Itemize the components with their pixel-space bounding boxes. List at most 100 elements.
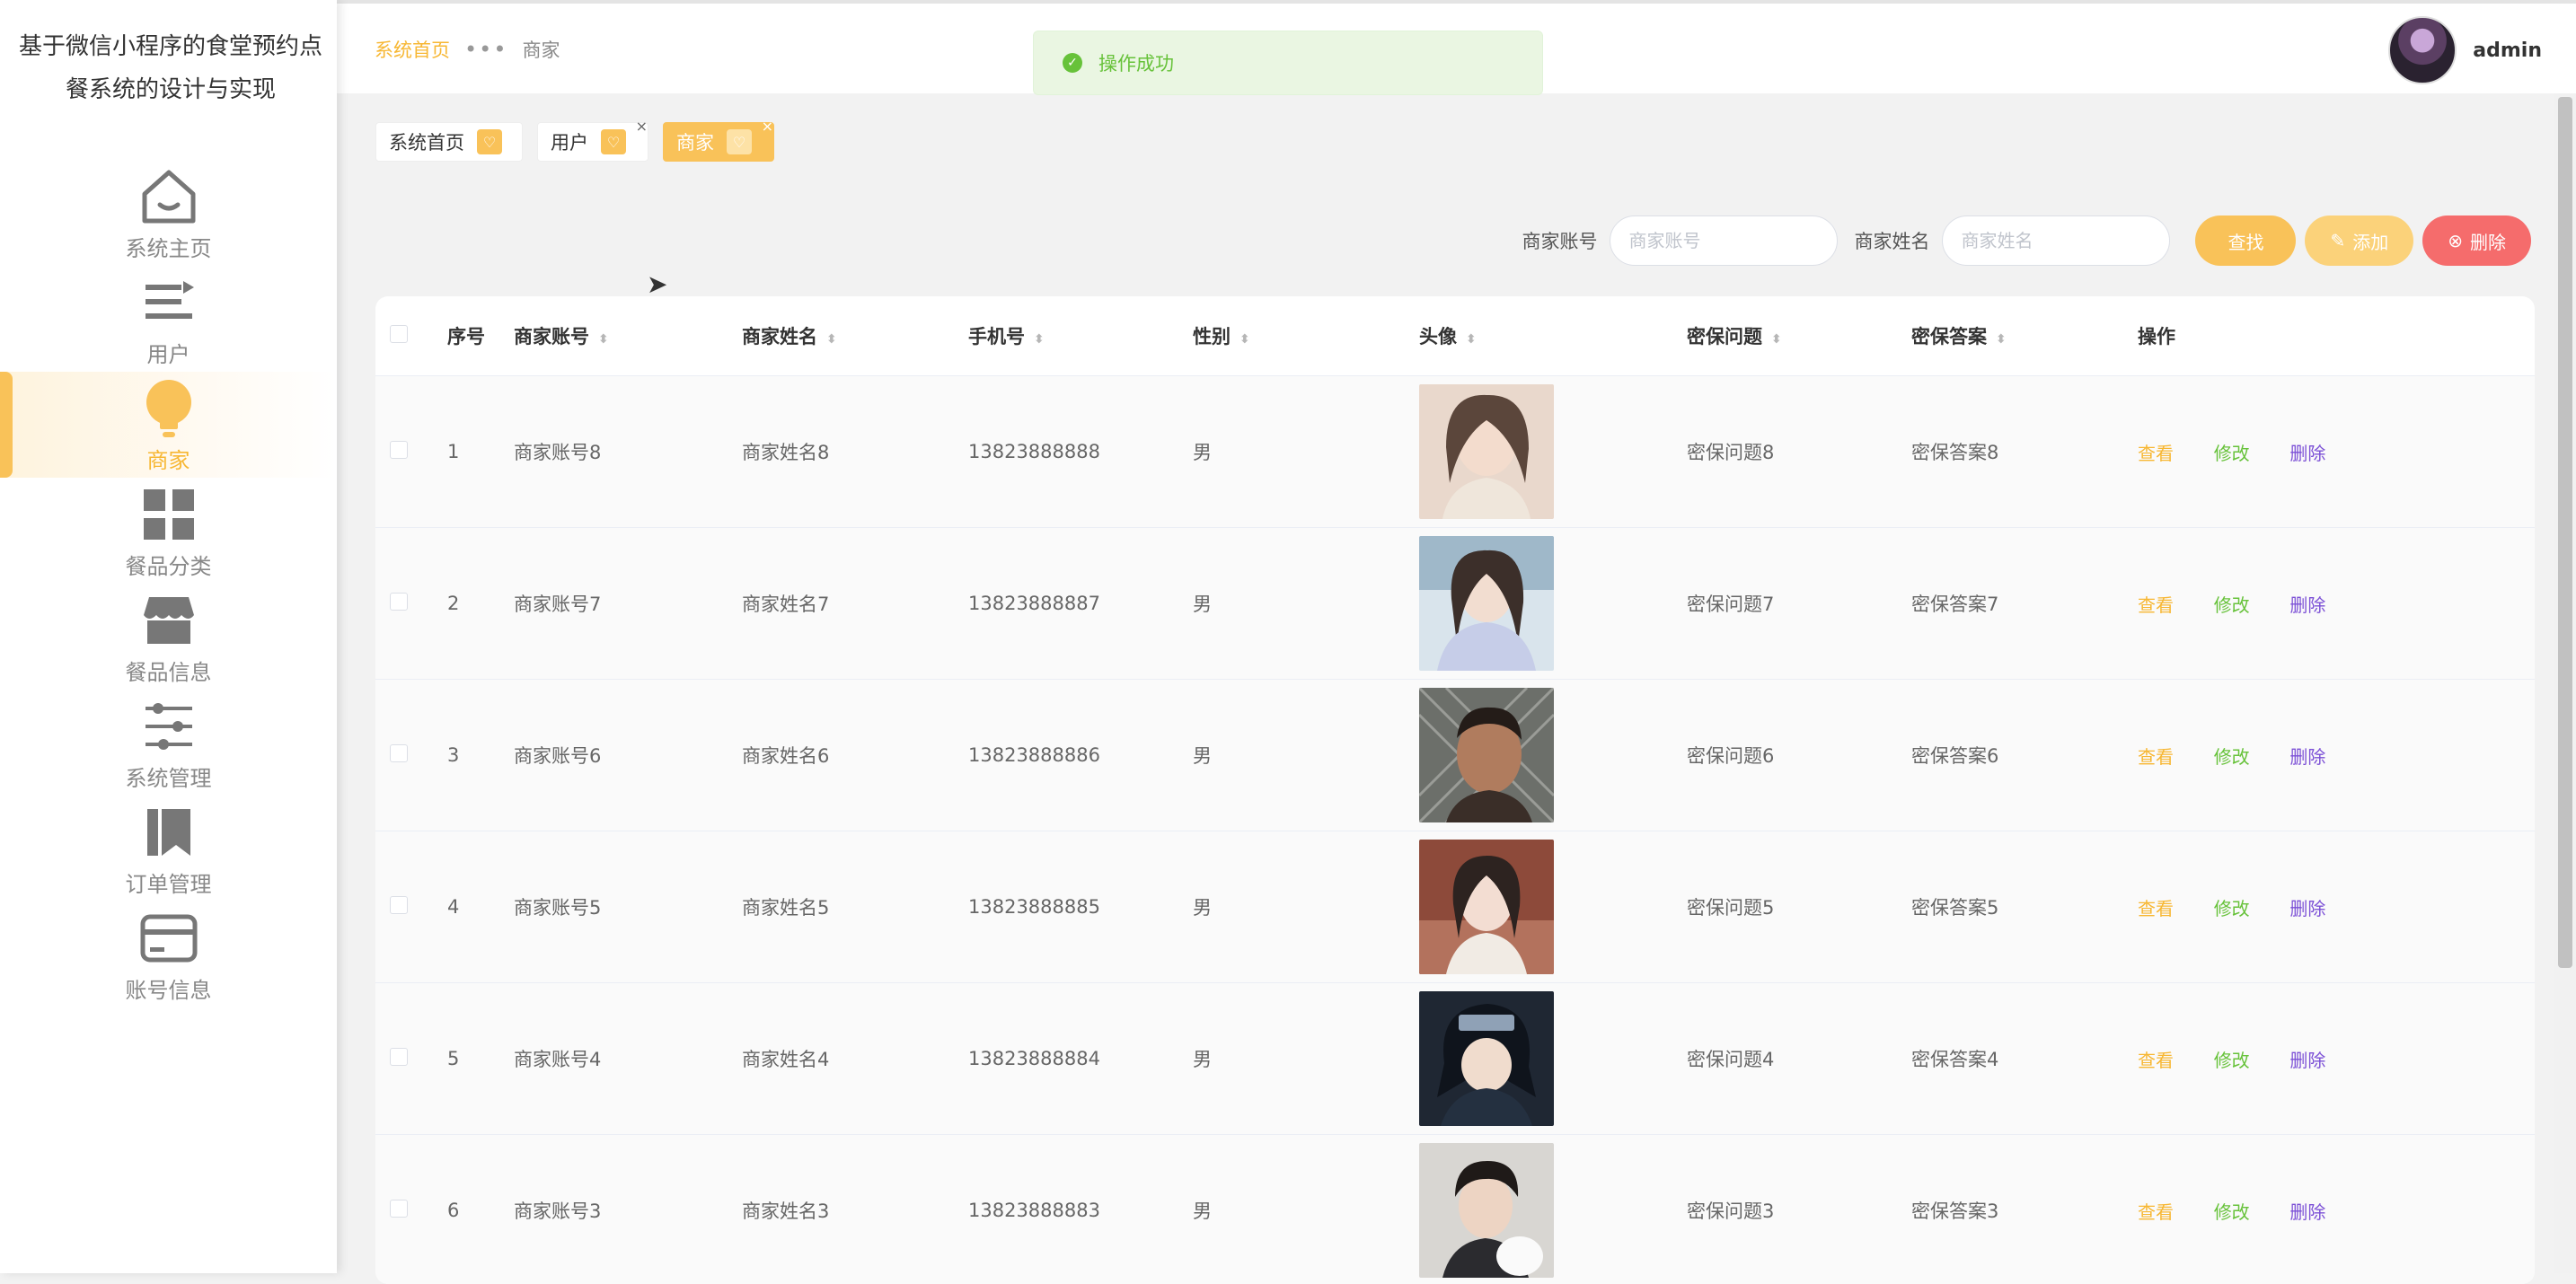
row-checkbox-cell [375,376,447,528]
cell-gender: 男 [1193,1135,1419,1284]
sidebar-item-label: 订单管理 [126,866,212,898]
sidebar: 基于微信小程序的食堂预约点餐系统的设计与实现 系统主页 用户 商家 餐品分类 [0,0,337,1273]
column-header-question[interactable]: 密保问题⬍ [1687,296,1911,376]
breadcrumb-home[interactable]: 系统首页 [375,36,450,63]
avatar-photo[interactable] [1419,840,1554,974]
sidebar-item-system[interactable]: 系统管理 [0,690,337,796]
sidebar-item-account[interactable]: 账号信息 [0,901,337,1007]
table-row: 4 商家账号5 商家姓名5 13823888885 男 密保问题5 密保答案5 … [375,831,2535,983]
row-checkbox[interactable] [390,593,408,611]
tag-home[interactable]: 系统首页 ♡ [375,122,523,162]
edit-button[interactable]: 修改 [2214,898,2250,919]
edit-button[interactable]: 修改 [2214,1050,2250,1071]
select-all-checkbox[interactable] [390,325,408,343]
search-bar: 商家账号 商家姓名 查找 ✎添加 ⊗删除 [1522,215,2531,266]
sidebar-menu: 系统主页 用户 商家 餐品分类 餐品信息 [0,160,337,1007]
cell-gender: 男 [1193,983,1419,1135]
merchant-table: 序号 商家账号⬍ 商家姓名⬍ 手机号⬍ 性别⬍ 头像⬍ 密保问题⬍ 密保答案⬍ … [375,296,2535,1284]
cell-gender: 男 [1193,528,1419,680]
table-row: 3 商家账号6 商家姓名6 13823888886 男 密保问题6 密保答案6 … [375,680,2535,831]
sort-icon[interactable]: ⬍ [826,332,837,347]
edit-button[interactable]: 修改 [2214,594,2250,616]
find-button[interactable]: 查找 [2195,215,2296,266]
avatar-photo[interactable] [1419,536,1554,671]
avatar-photo[interactable] [1419,384,1554,519]
sort-icon[interactable]: ⬍ [598,332,609,347]
success-toast: ✓ 操作成功 [1033,31,1543,95]
account-search-input[interactable] [1610,215,1838,266]
view-button[interactable]: 查看 [2138,1050,2174,1071]
cell-question: 密保问题6 [1687,680,1911,831]
cell-question: 密保问题5 [1687,831,1911,983]
close-icon[interactable]: × [636,118,648,135]
view-button[interactable]: 查看 [2138,594,2174,616]
sidebar-item-orders[interactable]: 订单管理 [0,796,337,901]
delete-button[interactable]: 删除 [2289,1201,2325,1223]
add-button-label: 添加 [2352,228,2388,254]
sidebar-item-label: 账号信息 [126,972,212,1004]
cell-name: 商家姓名3 [742,1135,968,1284]
column-header-gender[interactable]: 性别⬍ [1193,296,1419,376]
delete-button[interactable]: 删除 [2289,594,2325,616]
tag-label: 系统首页 [389,128,464,155]
table-row: 6 商家账号3 商家姓名3 13823888883 男 密保问题3 密保答案3 … [375,1135,2535,1284]
column-header-avatar[interactable]: 头像 ⬍ [1419,296,1687,376]
delete-button[interactable]: 删除 [2289,443,2325,464]
add-button[interactable]: ✎添加 [2305,215,2413,266]
sidebar-item-dishes[interactable]: 餐品信息 [0,584,337,690]
close-circle-icon: ⊗ [2448,230,2463,251]
cell-index: 6 [447,1135,514,1284]
column-header-account[interactable]: 商家账号⬍ [514,296,742,376]
cell-account: 商家账号4 [514,983,742,1135]
column-header-name[interactable]: 商家姓名⬍ [742,296,968,376]
sort-icon[interactable]: ⬍ [1996,332,2007,347]
find-button-label: 查找 [2228,228,2263,254]
sidebar-item-users[interactable]: 用户 [0,266,337,372]
delete-button[interactable]: 删除 [2289,746,2325,768]
user-menu[interactable]: admin [2388,16,2542,84]
column-label: 头像 [1419,326,1457,347]
avatar-photo[interactable] [1419,991,1554,1126]
close-icon[interactable]: × [762,118,773,135]
delete-button[interactable]: 删除 [2289,898,2325,919]
row-checkbox[interactable] [390,744,408,762]
sort-icon[interactable]: ⬍ [1239,332,1250,347]
cell-index: 1 [447,376,514,528]
row-checkbox[interactable] [390,896,408,914]
cell-actions: 查看 修改 删除 [2138,680,2535,831]
sidebar-item-home[interactable]: 系统主页 [0,160,337,266]
cell-avatar [1419,528,1687,680]
batch-delete-button[interactable]: ⊗删除 [2422,215,2531,266]
tag-users[interactable]: 用户 ♡ × [537,122,648,162]
row-checkbox[interactable] [390,441,408,459]
edit-button[interactable]: 修改 [2214,1201,2250,1223]
view-button[interactable]: 查看 [2138,443,2174,464]
username[interactable]: admin [2473,40,2542,62]
column-header-phone[interactable]: 手机号⬍ [968,296,1193,376]
column-header-answer[interactable]: 密保答案⬍ [1911,296,2138,376]
cell-account: 商家账号3 [514,1135,742,1284]
tag-merchants[interactable]: 商家 ♡ × [663,122,774,162]
sidebar-item-categories[interactable]: 餐品分类 [0,478,337,584]
edit-button[interactable]: 修改 [2214,443,2250,464]
sort-icon[interactable]: ⬍ [1034,332,1045,347]
avatar[interactable] [2388,16,2457,84]
view-button[interactable]: 查看 [2138,898,2174,919]
page-scrollbar-thumb[interactable] [2558,97,2572,968]
view-button[interactable]: 查看 [2138,746,2174,768]
delete-button[interactable]: 删除 [2289,1050,2325,1071]
name-search-input[interactable] [1942,215,2170,266]
edit-button[interactable]: 修改 [2214,746,2250,768]
row-checkbox[interactable] [390,1048,408,1066]
cell-name: 商家姓名6 [742,680,968,831]
avatar-photo[interactable] [1419,688,1554,822]
cell-avatar [1419,831,1687,983]
sort-icon[interactable]: ⬍ [1771,332,1782,347]
heart-icon: ♡ [477,129,502,154]
view-button[interactable]: 查看 [2138,1201,2174,1223]
sidebar-item-merchants[interactable]: 商家 [0,372,337,478]
row-checkbox[interactable] [390,1200,408,1218]
cell-answer: 密保答案4 [1911,983,2138,1135]
sort-icon[interactable]: ⬍ [1466,332,1477,347]
avatar-photo[interactable] [1419,1143,1554,1278]
